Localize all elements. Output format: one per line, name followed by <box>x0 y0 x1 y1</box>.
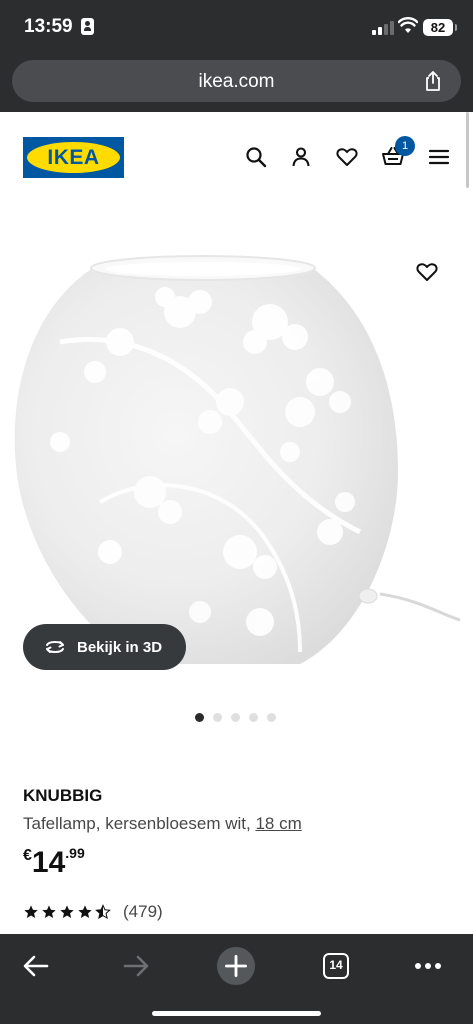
product-description-text: Tafellamp, kersenbloesem wit, <box>23 814 256 833</box>
price-integer: 14 <box>31 846 66 879</box>
carousel-dot[interactable] <box>231 713 240 722</box>
more-icon <box>415 963 441 969</box>
status-bar: 13:59 82 <box>0 0 473 56</box>
view-3d-label: Bekijk in 3D <box>77 638 163 656</box>
star-icon <box>60 905 74 918</box>
battery-indicator: 82 <box>423 19 457 36</box>
half-star-icon <box>95 904 111 920</box>
star-icon <box>78 905 92 918</box>
new-tab-icon <box>216 946 256 986</box>
wifi-icon <box>398 17 418 33</box>
menu-icon[interactable] <box>427 145 451 169</box>
product-price: €14.99 <box>23 845 85 880</box>
more-button[interactable] <box>408 946 448 986</box>
browser-toolbar: ikea.com <box>0 56 473 112</box>
address-bar[interactable]: ikea.com <box>12 60 461 102</box>
product-rating[interactable]: (479) <box>23 902 163 922</box>
carousel-dot[interactable] <box>213 713 222 722</box>
star-icon <box>24 905 38 918</box>
carousel-dot[interactable] <box>195 713 204 722</box>
rating-stars <box>23 904 111 920</box>
new-tab-button[interactable] <box>216 946 256 986</box>
cart-count-badge: 1 <box>395 136 415 156</box>
star-icon <box>42 905 56 918</box>
search-icon[interactable] <box>244 145 268 169</box>
forward-icon <box>123 955 149 977</box>
carousel-dot[interactable] <box>267 713 276 722</box>
review-count[interactable]: (479) <box>123 902 163 922</box>
user-icon[interactable] <box>289 145 313 169</box>
logo-oval: IKEA <box>27 142 120 173</box>
back-button[interactable] <box>16 946 56 986</box>
product-name: KNUBBIG <box>23 786 103 805</box>
site-header: IKEA <box>0 112 473 202</box>
wishlist-heart-icon[interactable] <box>415 260 439 284</box>
product-description: Tafellamp, kersenbloesem wit, 18 cm <box>23 814 302 834</box>
heart-icon[interactable] <box>335 145 359 169</box>
status-time: 13:59 <box>24 16 73 37</box>
scroll-indicator <box>466 112 469 188</box>
url-text[interactable]: ikea.com <box>12 71 461 93</box>
logo-text: IKEA <box>47 145 100 169</box>
view-3d-button[interactable]: Bekijk in 3D <box>23 624 186 670</box>
image-carousel-dots <box>195 713 276 722</box>
back-icon <box>23 955 49 977</box>
share-icon[interactable] <box>421 69 445 93</box>
tabs-button[interactable]: 14 <box>316 946 356 986</box>
carousel-dot[interactable] <box>249 713 258 722</box>
rotate-3d-icon <box>46 641 64 653</box>
price-currency: € <box>23 847 32 864</box>
contact-card-icon <box>81 18 94 35</box>
home-indicator[interactable] <box>152 1011 321 1016</box>
tabs-count: 14 <box>323 953 349 979</box>
cellular-signal-icon <box>372 19 394 35</box>
ikea-logo[interactable]: IKEA <box>23 137 124 178</box>
size-link[interactable]: 18 cm <box>255 814 301 833</box>
forward-button[interactable] <box>116 946 156 986</box>
price-decimal: .99 <box>65 845 85 861</box>
